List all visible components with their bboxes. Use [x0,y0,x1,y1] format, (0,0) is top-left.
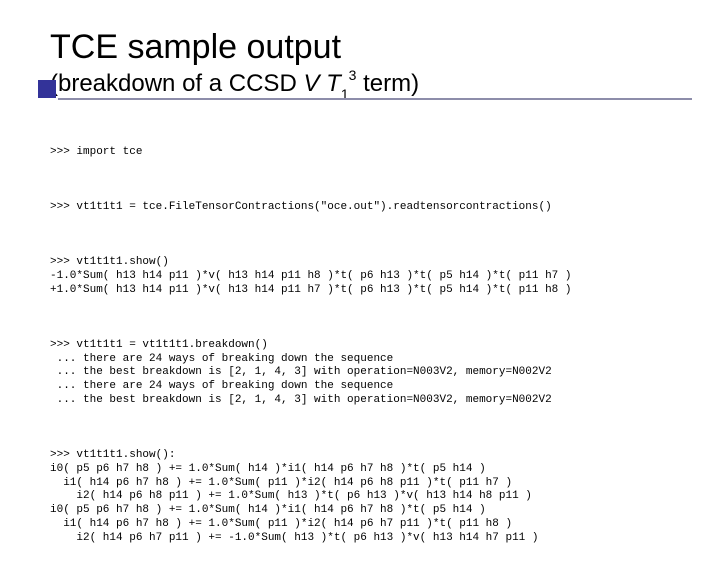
title-underline [58,98,692,100]
code-block: >>> import tce >>> vt1t1t1 = tce.FileTen… [50,118,698,587]
code-line-breakdown: >>> vt1t1t1 = vt1t1t1.breakdown() ... th… [50,339,698,408]
code-line-assign: >>> vt1t1t1 = tce.FileTensorContractions… [50,201,698,215]
slide-subtitle: (breakdown of a CCSD V T13 term) [50,69,690,100]
title-bullet-square [38,80,56,98]
code-line-import: >>> import tce [50,146,698,160]
code-line-show2: >>> vt1t1t1.show(): i0( p5 p6 h7 h8 ) +=… [50,449,698,545]
subtitle-superscript: 3 [349,67,357,83]
subtitle-suffix: term) [356,70,419,97]
title-block: TCE sample output (breakdown of a CCSD V… [50,28,690,100]
code-line-show1: >>> vt1t1t1.show() -1.0*Sum( h13 h14 p11… [50,256,698,297]
subtitle-prefix: (breakdown of a CCSD [50,70,303,97]
slide-title: TCE sample output [50,28,690,67]
subtitle-var-t: T [326,70,341,97]
slide: TCE sample output (breakdown of a CCSD V… [0,0,720,540]
subtitle-var-v: V [303,70,319,97]
